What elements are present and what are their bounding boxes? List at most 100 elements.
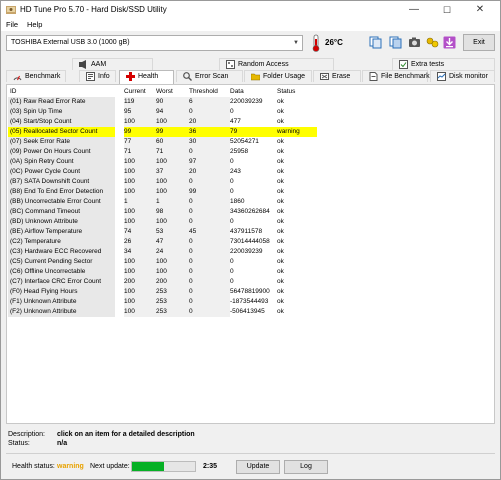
table-row[interactable]: (BD) Unknown Attribute 100 100 0 0 ok (8, 217, 438, 227)
worst-value: 253 (156, 307, 189, 317)
log-button[interactable]: Log (284, 460, 328, 474)
worst-value: 37 (156, 167, 189, 177)
raw-data: 0 (230, 218, 234, 225)
current-value: 100 (124, 187, 156, 197)
copy-icon[interactable] (369, 36, 382, 49)
raw-data: 0 (230, 188, 234, 195)
table-row[interactable]: (01) Raw Read Error Rate 119 90 6 220039239 o… (8, 97, 438, 107)
table-row[interactable]: (F1) Unknown Attribute 100 253 0 -1873544493… (8, 297, 438, 307)
tab-benchmark[interactable]: Benchmark (6, 70, 66, 82)
current-value: 100 (124, 287, 156, 297)
table-row[interactable]: (F0) Head Flying Hours 100 253 0 56478819900… (8, 287, 438, 297)
raw-data: 0 (230, 158, 234, 165)
threshold-value: 0 (189, 207, 230, 217)
copy-all-icon[interactable] (389, 36, 402, 49)
tab-health[interactable]: Health (119, 70, 174, 84)
exit-button[interactable]: Exit (463, 34, 495, 51)
threshold-value: 0 (189, 237, 230, 247)
table-row[interactable]: (B7) SATA Downshift Count 100 100 0 0 ok (8, 177, 438, 187)
options-icon[interactable] (426, 36, 439, 49)
current-value: 100 (124, 267, 156, 277)
table-row[interactable]: (C3) Hardware ECC Recovered 34 24 0 22003923… (8, 247, 438, 257)
current-value: 100 (124, 167, 156, 177)
table-row[interactable]: (03) Spin Up Time 95 94 0 0 ok (8, 107, 438, 117)
current-value: 100 (124, 117, 156, 127)
tab-disk-monitor[interactable]: Disk monitor (430, 70, 495, 82)
status-value: ok (277, 228, 284, 235)
attribute-name: (09) Power On Hours Count (8, 147, 115, 157)
current-value: 71 (124, 147, 156, 157)
table-row[interactable]: (BB) Uncorrectable Error Count 1 1 0 1860 ok (8, 197, 438, 207)
drive-select-value: TOSHIBA External USB 3.0 (1000 gB) (11, 39, 130, 46)
table-row[interactable]: (09) Power On Hours Count 71 71 0 25958 ok (8, 147, 438, 157)
file-benchmark-icon (369, 72, 378, 81)
threshold-value: 0 (189, 257, 230, 267)
app-window: HD Tune Pro 5.70 - Hard Disk/SSD Utility… (0, 0, 501, 480)
status-value: n/a (57, 440, 68, 447)
column-header-status[interactable]: Status (277, 87, 317, 97)
tab-erase[interactable]: Erase (313, 70, 361, 82)
current-value: 1 (124, 197, 156, 207)
column-header-worst[interactable]: Worst (156, 87, 189, 97)
worst-value: 60 (156, 137, 189, 147)
table-row[interactable]: (C2) Temperature 26 47 0 73014444058 ok (8, 237, 438, 247)
threshold-value: 0 (189, 217, 230, 227)
table-row[interactable]: (BC) Command Timeout 100 98 0 34360262684 ok (8, 207, 438, 217)
close-button[interactable]: ✕ (465, 2, 495, 18)
table-row[interactable]: (05) Reallocated Sector Count 99 99 36 79 war… (8, 127, 438, 137)
table-row[interactable]: (04) Start/Stop Count 100 100 20 477 ok (8, 117, 438, 127)
tab-error-scan[interactable]: Error Scan (176, 70, 243, 82)
drive-select[interactable]: TOSHIBA External USB 3.0 (1000 gB) ▼ (6, 35, 303, 51)
attribute-name: (C6) Offline Uncorrectable (8, 267, 115, 277)
table-row[interactable]: (07) Seek Error Rate 77 60 30 52054271 ok (8, 137, 438, 147)
menu-file[interactable]: File (6, 20, 18, 29)
current-value: 100 (124, 217, 156, 227)
threshold-value: 36 (189, 127, 230, 137)
column-header-threshold[interactable]: Threshold (189, 87, 230, 97)
next-update-countdown: 2:35 (203, 463, 218, 470)
tab-extra-tests[interactable]: Extra tests (392, 58, 495, 70)
tab-file-benchmark[interactable]: File Benchmark (362, 70, 430, 82)
column-header-current[interactable]: Current (124, 87, 156, 97)
table-row[interactable]: (F2) Unknown Attribute 100 253 0 -506413945 o… (8, 307, 438, 317)
tab-aam[interactable]: AAM (72, 58, 153, 70)
current-value: 26 (124, 237, 156, 247)
table-row[interactable]: (C5) Current Pending Sector 100 100 0 0 ok (8, 257, 438, 267)
erase-icon (320, 73, 329, 80)
tab-info[interactable]: Info (79, 70, 116, 82)
menu-help[interactable]: Help (27, 20, 42, 29)
worst-value: 53 (156, 227, 189, 237)
table-row[interactable]: (B8) End To End Error Detection 100 100 99 0… (8, 187, 438, 197)
tab-random-access[interactable]: Random Access (219, 58, 334, 70)
worst-value: 71 (156, 147, 189, 157)
table-row[interactable]: (0C) Power Cycle Count 100 37 20 243 ok (8, 167, 438, 177)
random-access-icon (226, 60, 235, 69)
threshold-value: 0 (189, 177, 230, 187)
worst-value: 100 (156, 217, 189, 227)
table-row[interactable]: (BE) Airflow Temperature 74 53 45 437911578 o… (8, 227, 438, 237)
camera-icon[interactable] (408, 36, 421, 49)
threshold-value: 0 (189, 147, 230, 157)
status-value: ok (277, 198, 284, 205)
table-row[interactable]: (0A) Spin Retry Count 100 100 97 0 ok (8, 157, 438, 167)
minimize-button[interactable]: — (399, 2, 429, 18)
extra-tests-icon (399, 60, 408, 69)
column-header-id[interactable]: ID (8, 87, 115, 97)
threshold-value: 0 (189, 287, 230, 297)
table-row[interactable]: (C7) Interface CRC Error Count 200 200 0 0 ok (8, 277, 438, 287)
update-button[interactable]: Update (236, 460, 280, 474)
maximize-button[interactable]: ☐ (432, 2, 462, 18)
save-download-icon[interactable] (443, 36, 456, 49)
raw-data: 73014444058 (230, 238, 270, 245)
raw-data: 477 (230, 118, 241, 125)
worst-value: 47 (156, 237, 189, 247)
attribute-name: (07) Seek Error Rate (8, 137, 115, 147)
worst-value: 98 (156, 207, 189, 217)
attribute-name: (BC) Command Timeout (8, 207, 115, 217)
column-header-data[interactable]: Data (230, 87, 277, 97)
window-title: HD Tune Pro 5.70 - Hard Disk/SSD Utility (20, 5, 167, 14)
table-row[interactable]: (C6) Offline Uncorrectable 100 100 0 0 ok (8, 267, 438, 277)
tab-folder-usage[interactable]: Folder Usage (244, 70, 312, 82)
status-value: warning (277, 127, 317, 137)
threshold-value: 97 (189, 157, 230, 167)
